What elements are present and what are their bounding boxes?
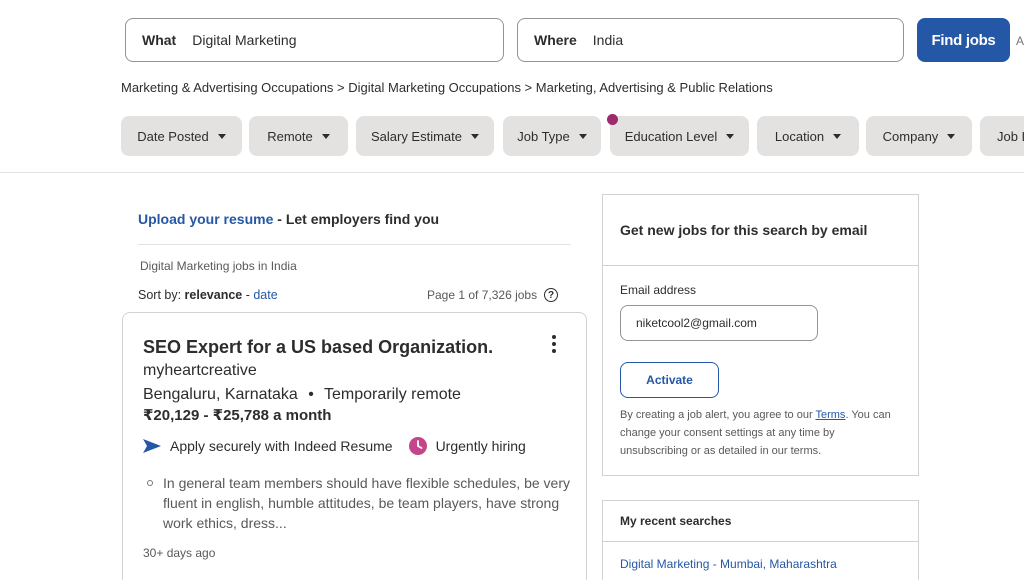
caret-down-icon — [726, 133, 735, 139]
job-badges: Apply securely with Indeed Resume Urgent… — [143, 437, 526, 455]
filter-label: Location — [774, 128, 825, 144]
filter-label: Education Level — [624, 128, 718, 144]
upload-resume-banner: Upload your resume - Let employers find … — [138, 211, 439, 227]
filter-salary-estimate[interactable]: Salary Estimate — [356, 116, 494, 156]
filter-label: Salary Estimate — [370, 128, 463, 144]
find-jobs-button[interactable]: Find jobs — [917, 18, 1010, 62]
help-icon[interactable]: ? — [544, 288, 559, 302]
sort-date-link[interactable]: date — [253, 288, 277, 302]
where-input-value[interactable]: India — [593, 32, 623, 48]
company-name: myheartcreative — [143, 362, 257, 379]
caret-down-icon — [471, 133, 480, 139]
job-alert-title: Get new jobs for this search by email — [620, 222, 868, 238]
upload-resume-link[interactable]: Upload your resume — [138, 211, 273, 227]
caret-down-icon — [578, 133, 587, 139]
where-search-field[interactable]: Where India — [517, 18, 904, 62]
recent-searches-title: My recent searches — [620, 514, 732, 528]
more-options-icon[interactable] — [551, 335, 557, 353]
apply-securely-text: Apply securely with Indeed Resume — [170, 438, 393, 454]
job-title[interactable]: SEO Expert for a US based Organization. — [143, 337, 493, 358]
breadcrumb[interactable]: Marketing & Advertising Occupations > Di… — [121, 80, 773, 95]
page-count: Page 1 of 7,326 jobs ? — [427, 288, 559, 302]
terms-link[interactable]: Terms — [815, 409, 845, 421]
recent-search-link[interactable]: Digital Marketing - Mumbai, Maharashtra — [620, 557, 837, 571]
caret-down-icon — [947, 133, 956, 139]
divider — [603, 541, 918, 542]
disclaimer-text: By creating a job alert, you agree to ou… — [620, 409, 816, 421]
filter-label: Remote — [267, 128, 313, 144]
bullet-icon — [147, 480, 153, 486]
divider — [138, 244, 571, 245]
filter-education-level[interactable]: Education Level — [610, 116, 749, 156]
location-city: Bengaluru, Karnataka — [143, 386, 298, 403]
what-label: What — [142, 32, 177, 48]
sort-label: Sort by: — [138, 288, 185, 302]
recent-searches-panel: My recent searches Digital Marketing - M… — [602, 500, 919, 580]
filter-label: Date Posted — [137, 128, 209, 144]
job-location: Bengaluru, Karnataka • Temporarily remot… — [143, 386, 461, 404]
filter-label: Company — [882, 128, 939, 144]
caret-down-icon — [833, 133, 842, 139]
caret-down-icon — [217, 133, 226, 139]
upload-resume-text: - Let employers find you — [273, 211, 440, 227]
paper-plane-icon — [143, 439, 161, 453]
page-count-text: Page 1 of 7,326 jobs — [427, 288, 538, 302]
job-card[interactable]: SEO Expert for a US based Organization. … — [122, 312, 587, 580]
sort-separator: - — [242, 288, 254, 302]
results-subtitle: Digital Marketing jobs in India — [140, 259, 297, 273]
urgently-hiring-text: Urgently hiring — [435, 438, 526, 454]
filter-date-posted[interactable]: Date Posted — [121, 116, 242, 156]
remote-status: Temporarily remote — [324, 386, 461, 403]
sort-relevance: relevance — [184, 288, 243, 302]
alert-disclaimer: By creating a job alert, you agree to ou… — [620, 406, 905, 460]
advanced-search-link[interactable]: A — [1016, 34, 1024, 48]
header-divider — [0, 172, 1024, 173]
filter-location[interactable]: Location — [757, 116, 859, 156]
email-field[interactable] — [620, 305, 818, 341]
what-search-field[interactable]: What Digital Marketing — [125, 18, 504, 62]
filter-label: Job Type — [517, 128, 570, 144]
posted-date: 30+ days ago — [143, 546, 216, 560]
caret-down-icon — [321, 133, 330, 139]
filter-remote[interactable]: Remote — [249, 116, 348, 156]
filter-label: Job L — [997, 128, 1024, 144]
activate-button[interactable]: Activate — [620, 362, 719, 398]
filter-job-type[interactable]: Job Type — [503, 116, 601, 156]
filter-job-language[interactable]: Job L — [980, 116, 1024, 156]
job-alert-panel: Get new jobs for this search by email Em… — [602, 194, 919, 476]
new-indicator-dot — [607, 114, 618, 125]
where-label: Where — [534, 32, 577, 48]
divider — [603, 265, 918, 266]
filter-company[interactable]: Company — [866, 116, 972, 156]
job-snippet: In general team members should have flex… — [163, 475, 570, 531]
clock-icon — [408, 437, 427, 455]
email-label: Email address — [620, 283, 697, 297]
sort-by: Sort by: relevance - date — [138, 288, 278, 302]
what-input-value[interactable]: Digital Marketing — [192, 32, 296, 48]
salary: ₹20,129 - ₹25,788 a month — [143, 407, 332, 424]
location-separator: • — [308, 386, 314, 403]
